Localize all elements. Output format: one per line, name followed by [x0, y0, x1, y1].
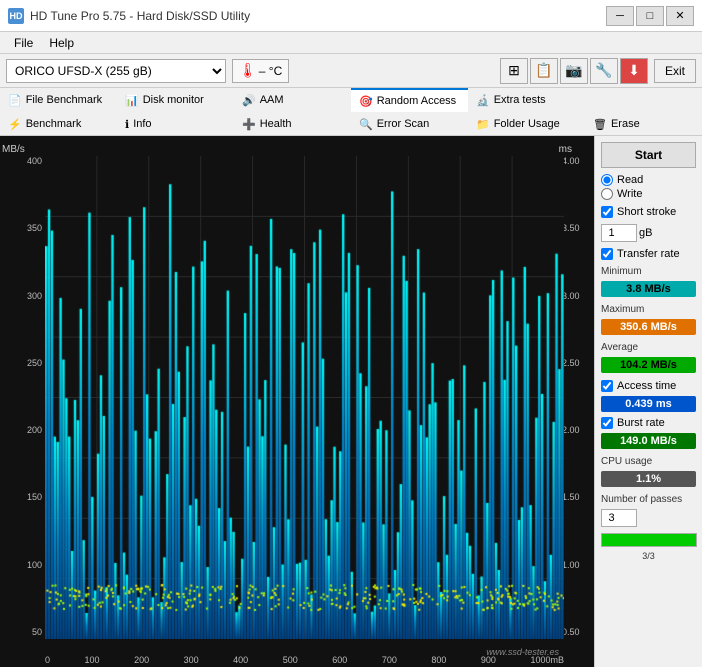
- short-stroke-unit: gB: [639, 227, 652, 239]
- tab-random-access-label: Random Access: [377, 95, 456, 107]
- progress-bar-container: [601, 533, 697, 547]
- toolbar: ORICO UFSD-X (255 gB) 🌡 – °C ⊞ 📋 📷 🔧 ⬇ E…: [0, 54, 702, 88]
- tab-bar: 📄 File Benchmark ⚡ Benchmark 📊 Disk moni…: [0, 88, 702, 136]
- drive-select[interactable]: ORICO UFSD-X (255 gB): [6, 59, 226, 83]
- title-bar: HD HD Tune Pro 5.75 - Hard Disk/SSD Util…: [0, 0, 702, 32]
- tab-disk-monitor[interactable]: 📊 Disk monitor: [117, 88, 234, 112]
- tab-file-benchmark[interactable]: 📄 File Benchmark: [0, 88, 117, 112]
- folder-usage-icon: 📁: [476, 118, 490, 131]
- tab-info-label: Info: [133, 118, 151, 130]
- y-axis-right-label: ms: [559, 144, 572, 155]
- progress-bar-fill: [602, 534, 696, 546]
- icon-btn-1[interactable]: ⊞: [500, 58, 528, 84]
- menu-help[interactable]: Help: [41, 34, 82, 52]
- icon-btn-2[interactable]: 📋: [530, 58, 558, 84]
- write-label: Write: [617, 188, 642, 200]
- tab-aam-label: AAM: [260, 94, 284, 106]
- cpu-usage-label: CPU usage: [601, 456, 696, 467]
- burst-rate-checkbox[interactable]: [601, 417, 613, 429]
- burst-rate-label: Burst rate: [617, 417, 665, 429]
- minimize-button[interactable]: ─: [606, 6, 634, 26]
- chart-canvas: [45, 156, 564, 639]
- y-axis-left-label: MB/s: [2, 144, 25, 155]
- tab-health-label: Health: [260, 118, 292, 130]
- icon-btn-5[interactable]: ⬇: [620, 58, 648, 84]
- info-icon: ℹ: [125, 118, 129, 131]
- read-write-group: Read Write: [601, 174, 696, 200]
- menu-file[interactable]: File: [6, 34, 41, 52]
- progress-label: 3/3: [601, 551, 696, 561]
- tab-random-access[interactable]: 🎯 Random Access: [351, 88, 468, 112]
- close-button[interactable]: ✕: [666, 6, 694, 26]
- watermark: www.ssd-tester.es: [486, 647, 559, 657]
- maximum-value: 350.6 MB/s: [601, 319, 696, 335]
- window-title: HD Tune Pro 5.75 - Hard Disk/SSD Utility: [30, 9, 250, 23]
- tab-folder-usage[interactable]: 📁 Folder Usage: [468, 112, 585, 136]
- main-content: MB/s ms 400 350 300 250 200 150 100 50 4…: [0, 136, 702, 667]
- minimum-value: 3.8 MB/s: [601, 281, 696, 297]
- y-axis-right: 4.00 3.50 3.00 2.50 2.00 1.50 1.00 0.50: [562, 156, 592, 637]
- icon-btn-3[interactable]: 📷: [560, 58, 588, 84]
- temperature-value: – °C: [259, 64, 282, 78]
- tab-disk-monitor-label: Disk monitor: [143, 94, 204, 106]
- short-stroke-checkbox[interactable]: [601, 206, 613, 218]
- tab-error-scan-label: Error Scan: [377, 118, 430, 130]
- extra-tests-icon: 🔬: [476, 94, 490, 107]
- short-stroke-label: Short stroke: [617, 206, 676, 218]
- tab-benchmark[interactable]: ⚡ Benchmark: [0, 112, 117, 136]
- tab-extra-tests[interactable]: 🔬 Extra tests: [468, 88, 585, 112]
- transfer-rate-checkbox[interactable]: [601, 248, 613, 260]
- tab-erase-label: Erase: [611, 118, 640, 130]
- write-radio[interactable]: [601, 188, 613, 200]
- access-time-label: Access time: [617, 380, 676, 392]
- temperature-display: 🌡 – °C: [232, 59, 289, 83]
- right-panel: Start Read Write Short stroke gB Transfe…: [594, 136, 702, 667]
- disk-monitor-icon: 📊: [125, 94, 139, 107]
- tab-extra-tests-label: Extra tests: [494, 94, 546, 106]
- file-benchmark-icon: 📄: [8, 94, 22, 107]
- start-button[interactable]: Start: [601, 142, 696, 168]
- minimum-label: Minimum: [601, 266, 696, 277]
- access-time-checkbox[interactable]: [601, 380, 613, 392]
- tab-aam[interactable]: 🔊 AAM: [234, 88, 351, 112]
- tab-health[interactable]: ➕ Health: [234, 112, 351, 136]
- tab-benchmark-label: Benchmark: [26, 118, 82, 130]
- tab-erase[interactable]: 🗑 Erase: [585, 112, 702, 136]
- thermometer-icon: 🌡: [239, 62, 257, 79]
- erase-icon: 🗑: [593, 118, 607, 131]
- passes-label: Number of passes: [601, 494, 696, 505]
- exit-button[interactable]: Exit: [654, 59, 696, 83]
- aam-icon: 🔊: [242, 94, 256, 107]
- access-time-value: 0.439 ms: [601, 396, 696, 412]
- tab-folder-usage-label: Folder Usage: [494, 118, 560, 130]
- passes-input[interactable]: [601, 509, 637, 527]
- tab-info[interactable]: ℹ Info: [117, 112, 234, 136]
- cpu-usage-value: 1.1%: [601, 471, 696, 487]
- tab-error-scan[interactable]: 🔍 Error Scan: [351, 112, 468, 136]
- health-icon: ➕: [242, 118, 256, 131]
- read-label: Read: [617, 174, 643, 186]
- error-scan-icon: 🔍: [359, 118, 373, 131]
- transfer-rate-label: Transfer rate: [617, 248, 680, 260]
- app-icon: HD: [8, 8, 24, 24]
- maximize-button[interactable]: □: [636, 6, 664, 26]
- menu-bar: File Help: [0, 32, 702, 54]
- icon-btn-4[interactable]: 🔧: [590, 58, 618, 84]
- burst-rate-value: 149.0 MB/s: [601, 433, 696, 449]
- y-axis-left: 400 350 300 250 200 150 100 50: [2, 156, 42, 637]
- short-stroke-input[interactable]: [601, 224, 637, 242]
- benchmark-icon: ⚡: [8, 118, 22, 131]
- maximum-label: Maximum: [601, 304, 696, 315]
- average-label: Average: [601, 342, 696, 353]
- chart-area: MB/s ms 400 350 300 250 200 150 100 50 4…: [0, 136, 594, 667]
- read-radio[interactable]: [601, 174, 613, 186]
- random-access-icon: 🎯: [359, 95, 373, 108]
- average-value: 104.2 MB/s: [601, 357, 696, 373]
- tab-file-benchmark-label: File Benchmark: [26, 94, 102, 106]
